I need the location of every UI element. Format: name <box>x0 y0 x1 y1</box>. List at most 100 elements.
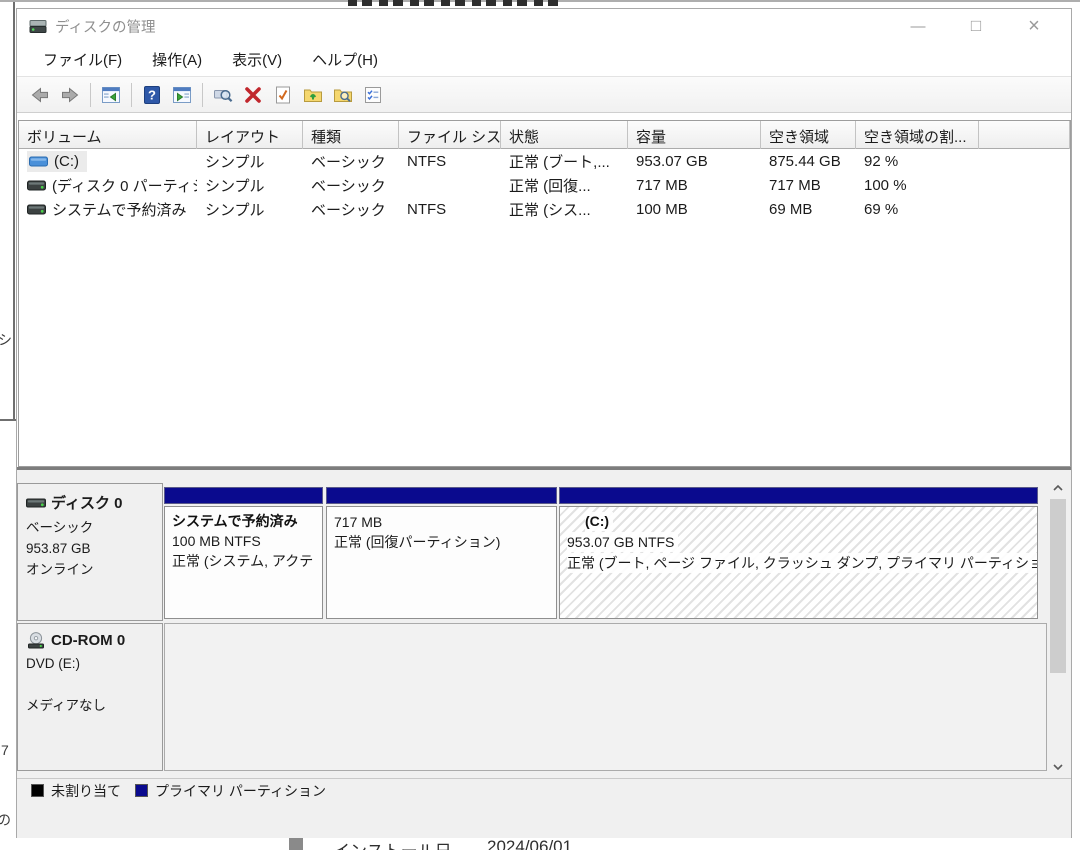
legend-primary-partition-swatch <box>135 784 148 797</box>
column-header-volume[interactable]: ボリューム <box>19 121 197 149</box>
help-button[interactable]: ? <box>137 81 167 109</box>
column-header-percent-free[interactable]: 空き領域の割... <box>856 121 979 149</box>
back-arrow-icon <box>30 85 50 105</box>
back-button[interactable] <box>25 81 55 109</box>
partition-c-selected-box: (C:) 953.07 GB NTFS 正常 (ブート, ページ ファイル, ク… <box>559 506 1038 619</box>
column-header-filesystem[interactable]: ファイル システム <box>399 121 501 149</box>
document-check-icon <box>273 85 293 105</box>
partition-name: (C:) <box>585 512 613 531</box>
background-text-fragment: の <box>0 810 11 830</box>
volume-row-recovery[interactable]: (ディスク 0 パーティショ... シンプル ベーシック 正常 (回復... 7… <box>19 173 1070 197</box>
task-list-button[interactable] <box>358 81 388 109</box>
scrollbar-down-button[interactable] <box>1049 758 1067 776</box>
maximize-button[interactable]: □ <box>947 9 1005 43</box>
column-header-empty[interactable] <box>979 121 1070 149</box>
volume-free: 69 MB <box>761 197 856 221</box>
partition-status: 正常 (ブート, ページ ファイル, クラッシュ ダンプ, プライマリ パーティ… <box>567 553 1038 573</box>
column-header-type[interactable]: 種類 <box>303 121 399 149</box>
column-header-capacity[interactable]: 容量 <box>628 121 761 149</box>
background-window-vertical-line <box>13 2 15 420</box>
window-right-arrow-icon <box>172 85 192 105</box>
menu-bar: ファイル(F) 操作(A) 表示(V) ヘルプ(H) <box>17 43 1071 76</box>
desktop-background: シ 7 の インストール日 2024/06/01 ディスクの管理 — □ × フ… <box>0 0 1080 850</box>
menu-view[interactable]: 表示(V) <box>220 45 294 74</box>
disk0-row: ディスク 0 ベーシック 953.87 GB オンライン システムで予約済み 1… <box>17 483 1071 621</box>
background-window-fragment-block <box>289 838 303 850</box>
toolbar-separator <box>131 83 132 107</box>
title-bar[interactable]: ディスクの管理 — □ × <box>17 9 1071 43</box>
minimize-button[interactable]: — <box>889 9 947 43</box>
partition-system-reserved[interactable]: システムで予約済み 100 MB NTFS 正常 (システム, アクテ <box>164 483 323 621</box>
partition-name: システムで予約済み <box>172 512 322 531</box>
toolbar-separator <box>90 83 91 107</box>
disk0-label-panel[interactable]: ディスク 0 ベーシック 953.87 GB オンライン <box>17 483 163 621</box>
column-header-free-space[interactable]: 空き領域 <box>761 121 856 149</box>
window-footer-strip <box>17 802 1071 838</box>
properties-button[interactable] <box>208 81 238 109</box>
volume-name: (C:) <box>54 153 79 170</box>
console-tree-toggle-button[interactable] <box>96 81 126 109</box>
volume-layout: シンプル <box>197 197 303 221</box>
cdrom-row: CD-ROM 0 DVD (E:) メディアなし <box>17 623 1071 771</box>
disk0-status: オンライン <box>26 559 156 580</box>
volume-status: 正常 (回復... <box>501 173 628 197</box>
volume-fs: NTFS <box>399 149 501 173</box>
column-header-layout[interactable]: レイアウト <box>197 121 303 149</box>
column-header-status[interactable]: 状態 <box>501 121 628 149</box>
disk-magnifier-icon <box>213 85 233 105</box>
volume-capacity: 100 MB <box>628 197 761 221</box>
volume-pct-free: 100 % <box>856 173 979 197</box>
scrollbar-thumb[interactable] <box>1050 499 1066 673</box>
background-window-horizontal-line <box>0 419 16 421</box>
folder-up-arrow-icon <box>303 85 323 105</box>
background-text-fragment: シ <box>0 330 12 350</box>
volume-row-c[interactable]: (C:) シンプル ベーシック NTFS 正常 (ブート,... 953.07 … <box>19 149 1070 173</box>
scrollbar-up-button[interactable] <box>1049 479 1067 497</box>
background-text-fragment: 7 <box>1 742 9 758</box>
partition-size: 953.07 GB NTFS <box>567 532 678 552</box>
volume-row-system-reserved[interactable]: システムで予約済み シンプル ベーシック NTFS 正常 (シス... 100 … <box>19 197 1070 221</box>
volume-name: (ディスク 0 パーティショ... <box>52 175 197 196</box>
forward-button[interactable] <box>55 81 85 109</box>
red-x-icon <box>243 85 263 105</box>
menu-file[interactable]: ファイル(F) <box>31 45 134 74</box>
graphical-view: ディスク 0 ベーシック 953.87 GB オンライン システムで予約済み 1… <box>17 470 1071 778</box>
menu-action[interactable]: 操作(A) <box>140 45 214 74</box>
volume-pct-free: 92 % <box>856 149 979 173</box>
volume-name: システムで予約済み <box>52 199 187 220</box>
action-pane-toggle-button[interactable] <box>167 81 197 109</box>
blue-disk-icon <box>29 155 48 168</box>
partition-color-bar <box>326 487 557 504</box>
mount-folder-button[interactable] <box>298 81 328 109</box>
background-install-date-value: 2024/06/01 <box>487 837 572 850</box>
volume-list: ボリューム レイアウト 種類 ファイル システム 状態 容量 空き領域 空き領域… <box>18 120 1071 467</box>
delete-button[interactable] <box>238 81 268 109</box>
partition-c[interactable]: (C:) 953.07 GB NTFS 正常 (ブート, ページ ファイル, ク… <box>559 483 1038 621</box>
browse-folder-button[interactable] <box>328 81 358 109</box>
cdrom-name: CD-ROM 0 <box>51 632 125 649</box>
volume-list-header: ボリューム レイアウト 種類 ファイル システム 状態 容量 空き領域 空き領域… <box>19 121 1070 149</box>
cdrom-label-panel[interactable]: CD-ROM 0 DVD (E:) メディアなし <box>17 623 163 771</box>
volume-free: 875.44 GB <box>761 149 856 173</box>
legend-bar: 未割り当て プライマリ パーティション <box>17 778 1071 802</box>
background-install-date-label: インストール日 <box>333 837 452 850</box>
volume-type: ベーシック <box>303 173 399 197</box>
cdrom-drive: DVD (E:) <box>26 653 156 674</box>
volume-pct-free: 69 % <box>856 197 979 221</box>
graphical-view-scrollbar[interactable] <box>1049 479 1067 776</box>
cdrom-spacer <box>26 674 156 695</box>
menu-help[interactable]: ヘルプ(H) <box>300 45 390 74</box>
check-task-button[interactable] <box>268 81 298 109</box>
chevron-down-icon <box>1053 764 1063 770</box>
cdrom-empty-region[interactable] <box>164 623 1047 771</box>
legend-unallocated-swatch <box>31 784 44 797</box>
partition-recovery[interactable]: 717 MB 正常 (回復パーティション) <box>326 483 557 621</box>
folder-search-icon <box>333 85 353 105</box>
background-window-text-fragment <box>348 0 563 6</box>
window-title: ディスクの管理 <box>55 16 155 37</box>
close-button[interactable]: × <box>1005 9 1063 43</box>
forward-arrow-icon <box>60 85 80 105</box>
toolbar: ? <box>17 76 1071 113</box>
help-icon: ? <box>142 85 162 105</box>
partition-color-bar <box>559 487 1038 504</box>
